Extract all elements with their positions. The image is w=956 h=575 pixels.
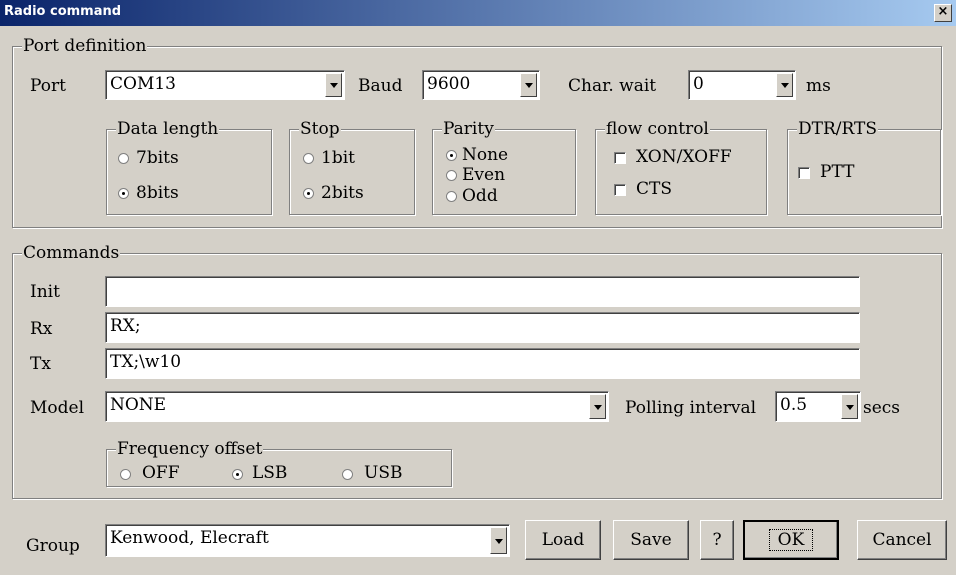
stop-2bits-radio[interactable] <box>303 188 314 199</box>
close-button[interactable]: × <box>934 4 952 22</box>
tx-label: Tx <box>30 354 51 374</box>
cancel-button[interactable]: Cancel <box>857 520 947 560</box>
frequency-offset-lsb-radio[interactable] <box>232 469 243 480</box>
data-length-7bits-radio[interactable] <box>118 153 129 164</box>
char-wait-unit: ms <box>806 76 831 96</box>
ok-button[interactable]: OK <box>743 520 839 560</box>
save-button[interactable]: Save <box>613 520 689 560</box>
dropdown-arrow-icon[interactable] <box>520 73 537 97</box>
parity-even-radio[interactable] <box>446 170 457 181</box>
parity-legend: Parity <box>442 119 495 139</box>
ptt-label: PTT <box>820 162 855 182</box>
cts-checkbox[interactable] <box>614 184 626 196</box>
port-definition-legend: Port definition <box>22 36 148 56</box>
init-label: Init <box>30 282 60 302</box>
frequency-offset-off-radio[interactable] <box>120 469 131 480</box>
rx-input[interactable]: RX; <box>105 312 860 343</box>
title-bar[interactable] <box>0 0 956 26</box>
model-select[interactable]: NONE <box>105 391 609 422</box>
char-wait-value: 0 <box>693 74 704 94</box>
model-value: NONE <box>110 395 167 415</box>
frequency-offset-usb-radio[interactable] <box>342 469 353 480</box>
polling-interval-value: 0.5 <box>780 395 808 415</box>
group-select[interactable]: Kenwood, Elecraft <box>105 524 510 557</box>
dtr-rts-group <box>787 129 941 215</box>
baud-label: Baud <box>358 76 403 96</box>
close-icon: × <box>937 4 949 19</box>
parity-odd-radio[interactable] <box>446 191 457 202</box>
xon-xoff-label: XON/XOFF <box>636 147 732 167</box>
parity-none-radio[interactable] <box>446 150 457 161</box>
dtr-rts-legend: DTR/RTS <box>797 119 878 139</box>
port-label: Port <box>30 76 66 96</box>
group-label: Group <box>26 536 80 556</box>
char-wait-label: Char. wait <box>568 76 657 96</box>
dropdown-arrow-icon[interactable] <box>589 394 606 419</box>
polling-interval-unit: secs <box>863 398 901 418</box>
flow-control-legend: flow control <box>605 119 710 139</box>
polling-interval-select[interactable]: 0.5 <box>775 391 861 422</box>
parity-none-label: None <box>462 145 509 165</box>
ok-button-label: OK <box>768 529 814 551</box>
commands-legend: Commands <box>22 243 121 263</box>
data-length-legend: Data length <box>116 119 220 139</box>
cts-label: CTS <box>636 179 672 199</box>
tx-input[interactable]: TX;\w10 <box>105 348 860 379</box>
polling-interval-label: Polling interval <box>625 398 757 418</box>
data-length-7bits-label: 7bits <box>136 148 179 168</box>
frequency-offset-off-label: OFF <box>142 463 180 483</box>
data-length-8bits-label: 8bits <box>136 183 179 203</box>
window-title: Radio command <box>4 4 122 19</box>
port-select[interactable]: COM13 <box>105 70 345 100</box>
data-length-8bits-radio[interactable] <box>118 188 129 199</box>
stop-2bits-label: 2bits <box>321 183 364 203</box>
char-wait-select[interactable]: 0 <box>688 70 796 100</box>
help-button[interactable]: ? <box>700 520 734 560</box>
init-input[interactable] <box>105 276 860 307</box>
frequency-offset-lsb-label: LSB <box>252 463 288 483</box>
parity-even-label: Even <box>462 165 506 185</box>
load-button[interactable]: Load <box>525 520 601 560</box>
flow-control-group <box>595 129 767 215</box>
stop-1bit-label: 1bit <box>321 148 355 168</box>
dropdown-arrow-icon[interactable] <box>490 527 507 554</box>
dropdown-arrow-icon[interactable] <box>841 394 858 419</box>
baud-value: 9600 <box>427 74 471 94</box>
data-length-group <box>106 129 272 215</box>
xon-xoff-checkbox[interactable] <box>614 152 626 164</box>
stop-legend: Stop <box>299 119 341 139</box>
dropdown-arrow-icon[interactable] <box>776 73 793 97</box>
dropdown-arrow-icon[interactable] <box>325 73 342 97</box>
rx-label: Rx <box>30 319 53 339</box>
frequency-offset-usb-label: USB <box>364 463 403 483</box>
baud-select[interactable]: 9600 <box>422 70 540 100</box>
parity-odd-label: Odd <box>462 186 498 206</box>
model-label: Model <box>30 398 85 418</box>
ptt-checkbox[interactable] <box>798 167 810 179</box>
group-value: Kenwood, Elecraft <box>110 528 269 548</box>
frequency-offset-legend: Frequency offset <box>116 439 264 459</box>
stop-1bit-radio[interactable] <box>303 153 314 164</box>
port-value: COM13 <box>110 74 176 94</box>
